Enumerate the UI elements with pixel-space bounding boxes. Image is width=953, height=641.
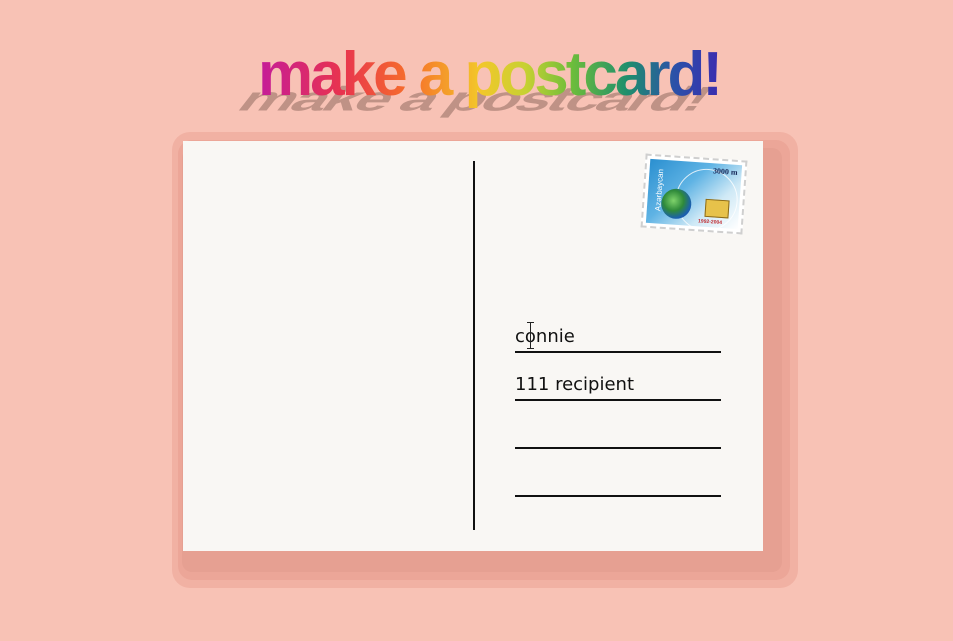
stamp: 3000 m Azərbaycan 1992-2004 <box>640 153 748 235</box>
recipient-extra-input[interactable] <box>515 470 721 491</box>
cursor-bottom <box>527 348 534 349</box>
stamp-image: 3000 m Azərbaycan 1992-2004 <box>645 158 743 230</box>
page-title: make a postcard! make a postcard! <box>228 38 723 118</box>
recipient-city-input[interactable] <box>515 422 721 443</box>
title-text: make a postcard! <box>258 38 723 112</box>
postcard-divider <box>473 161 475 530</box>
recipient-name-input[interactable] <box>515 326 721 347</box>
page: make a postcard! make a postcard! 3000 m… <box>0 0 953 641</box>
text-cursor-icon <box>526 322 536 350</box>
postcard: 3000 m Azərbaycan 1992-2004 <box>183 141 763 551</box>
address-line-2 <box>515 353 721 401</box>
stamp-value: 3000 m <box>712 166 738 177</box>
address-line-3 <box>515 401 721 449</box>
address-line-4 <box>515 449 721 497</box>
address-line-1 <box>515 305 721 353</box>
cursor-bar <box>530 322 531 348</box>
computer-icon <box>704 198 730 219</box>
recipient-address-input[interactable] <box>515 374 721 395</box>
